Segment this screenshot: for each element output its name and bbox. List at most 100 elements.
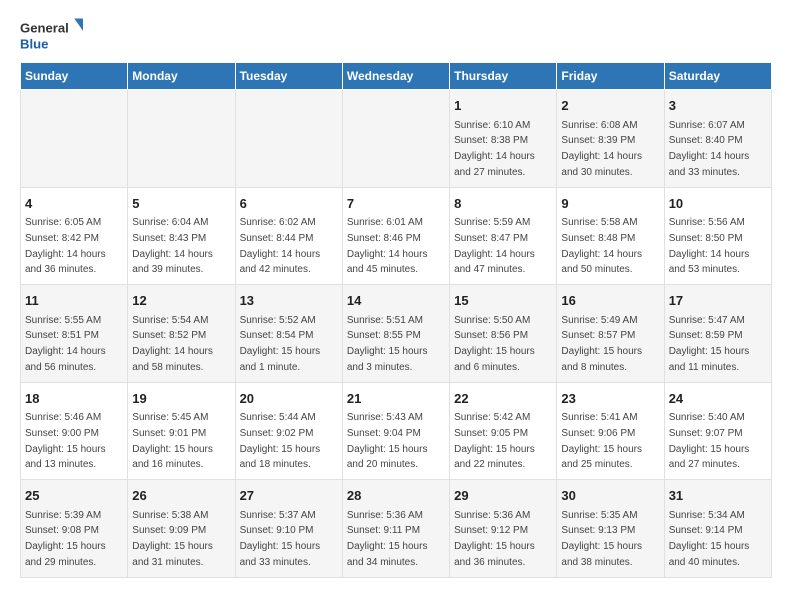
- day-info: Sunrise: 6:04 AM Sunset: 8:43 PM Dayligh…: [132, 217, 213, 275]
- calendar-cell: [235, 90, 342, 188]
- calendar-cell: 13 Sunrise: 5:52 AM Sunset: 8:54 PM Dayli…: [235, 285, 342, 383]
- calendar-cell: 7 Sunrise: 6:01 AM Sunset: 8:46 PM Daylig…: [342, 187, 449, 285]
- day-info: Sunrise: 6:07 AM Sunset: 8:40 PM Dayligh…: [669, 120, 750, 178]
- weekday-header-tuesday: Tuesday: [235, 63, 342, 90]
- calendar-cell: 29 Sunrise: 5:36 AM Sunset: 9:12 PM Dayli…: [450, 480, 557, 578]
- day-number: 31: [669, 486, 767, 506]
- calendar-cell: 16Sunrise: 5:49 AM Sunset: 8:57 PM Dayli…: [557, 285, 664, 383]
- day-info: Sunrise: 5:37 AM Sunset: 9:10 PM Dayligh…: [240, 510, 321, 568]
- day-number: 1: [454, 96, 552, 116]
- day-info: Sunrise: 5:46 AM Sunset: 9:00 PM Dayligh…: [25, 412, 106, 470]
- day-info: Sunrise: 5:42 AM Sunset: 9:05 PM Dayligh…: [454, 412, 535, 470]
- day-number: 15: [454, 291, 552, 311]
- calendar-cell: 3 Sunrise: 6:07 AM Sunset: 8:40 PM Daylig…: [664, 90, 771, 188]
- day-number: 5: [132, 194, 230, 214]
- calendar-table: SundayMondayTuesdayWednesdayThursdayFrid…: [20, 62, 772, 578]
- week-row-2: 4 Sunrise: 6:05 AM Sunset: 8:42 PM Daylig…: [21, 187, 772, 285]
- day-info: Sunrise: 5:50 AM Sunset: 8:56 PM Dayligh…: [454, 315, 535, 373]
- calendar-cell: [342, 90, 449, 188]
- day-number: 30: [561, 486, 659, 506]
- calendar-cell: [128, 90, 235, 188]
- day-number: 12: [132, 291, 230, 311]
- page-container: General Blue SundayMondayTuesdayWednesda…: [0, 0, 792, 594]
- calendar-header-row: SundayMondayTuesdayWednesdayThursdayFrid…: [21, 63, 772, 90]
- day-number: 8: [454, 194, 552, 214]
- day-info: Sunrise: 5:39 AM Sunset: 9:08 PM Dayligh…: [25, 510, 106, 568]
- day-info: Sunrise: 5:55 AM Sunset: 8:51 PM Dayligh…: [25, 315, 106, 373]
- day-number: 29: [454, 486, 552, 506]
- calendar-cell: 8 Sunrise: 5:59 AM Sunset: 8:47 PM Daylig…: [450, 187, 557, 285]
- day-number: 13: [240, 291, 338, 311]
- day-number: 6: [240, 194, 338, 214]
- day-number: 22: [454, 389, 552, 409]
- day-info: Sunrise: 5:56 AM Sunset: 8:50 PM Dayligh…: [669, 217, 750, 275]
- calendar-cell: 6 Sunrise: 6:02 AM Sunset: 8:44 PM Daylig…: [235, 187, 342, 285]
- calendar-cell: 12 Sunrise: 5:54 AM Sunset: 8:52 PM Dayli…: [128, 285, 235, 383]
- day-info: Sunrise: 5:36 AM Sunset: 9:11 PM Dayligh…: [347, 510, 428, 568]
- calendar-cell: 31 Sunrise: 5:34 AM Sunset: 9:14 PM Dayli…: [664, 480, 771, 578]
- day-info: Sunrise: 5:59 AM Sunset: 8:47 PM Dayligh…: [454, 217, 535, 275]
- calendar-cell: 21 Sunrise: 5:43 AM Sunset: 9:04 PM Dayli…: [342, 382, 449, 480]
- calendar-cell: 27 Sunrise: 5:37 AM Sunset: 9:10 PM Dayli…: [235, 480, 342, 578]
- weekday-header-friday: Friday: [557, 63, 664, 90]
- day-info: Sunrise: 5:36 AM Sunset: 9:12 PM Dayligh…: [454, 510, 535, 568]
- day-number: 7: [347, 194, 445, 214]
- calendar-cell: 22 Sunrise: 5:42 AM Sunset: 9:05 PM Dayli…: [450, 382, 557, 480]
- day-number: 21: [347, 389, 445, 409]
- day-info: Sunrise: 5:43 AM Sunset: 9:04 PM Dayligh…: [347, 412, 428, 470]
- day-info: Sunrise: 5:58 AM Sunset: 8:48 PM Dayligh…: [561, 217, 642, 275]
- generalblue-logo-icon: General Blue: [20, 16, 90, 56]
- weekday-header-monday: Monday: [128, 63, 235, 90]
- day-info: Sunrise: 6:05 AM Sunset: 8:42 PM Dayligh…: [25, 217, 106, 275]
- calendar-cell: 26 Sunrise: 5:38 AM Sunset: 9:09 PM Dayli…: [128, 480, 235, 578]
- calendar-cell: 28 Sunrise: 5:36 AM Sunset: 9:11 PM Dayli…: [342, 480, 449, 578]
- header: General Blue: [20, 16, 772, 56]
- day-info: Sunrise: 5:47 AM Sunset: 8:59 PM Dayligh…: [669, 315, 750, 373]
- day-number: 4: [25, 194, 123, 214]
- day-info: Sunrise: 6:02 AM Sunset: 8:44 PM Dayligh…: [240, 217, 321, 275]
- day-info: Sunrise: 5:45 AM Sunset: 9:01 PM Dayligh…: [132, 412, 213, 470]
- day-info: Sunrise: 5:52 AM Sunset: 8:54 PM Dayligh…: [240, 315, 321, 373]
- calendar-cell: 19Sunrise: 5:45 AM Sunset: 9:01 PM Dayli…: [128, 382, 235, 480]
- week-row-1: 1 Sunrise: 6:10 AM Sunset: 8:38 PM Daylig…: [21, 90, 772, 188]
- day-number: 24: [669, 389, 767, 409]
- day-number: 3: [669, 96, 767, 116]
- logo: General Blue: [20, 16, 90, 56]
- week-row-3: 11Sunrise: 5:55 AM Sunset: 8:51 PM Dayli…: [21, 285, 772, 383]
- day-number: 26: [132, 486, 230, 506]
- calendar-cell: 4 Sunrise: 6:05 AM Sunset: 8:42 PM Daylig…: [21, 187, 128, 285]
- calendar-cell: [21, 90, 128, 188]
- calendar-cell: 25 Sunrise: 5:39 AM Sunset: 9:08 PM Dayli…: [21, 480, 128, 578]
- calendar-cell: 5 Sunrise: 6:04 AM Sunset: 8:43 PM Daylig…: [128, 187, 235, 285]
- week-row-4: 18 Sunrise: 5:46 AM Sunset: 9:00 PM Dayli…: [21, 382, 772, 480]
- day-info: Sunrise: 5:54 AM Sunset: 8:52 PM Dayligh…: [132, 315, 213, 373]
- weekday-header-sunday: Sunday: [21, 63, 128, 90]
- day-info: Sunrise: 5:44 AM Sunset: 9:02 PM Dayligh…: [240, 412, 321, 470]
- day-info: Sunrise: 5:51 AM Sunset: 8:55 PM Dayligh…: [347, 315, 428, 373]
- day-info: Sunrise: 5:38 AM Sunset: 9:09 PM Dayligh…: [132, 510, 213, 568]
- day-info: Sunrise: 5:40 AM Sunset: 9:07 PM Dayligh…: [669, 412, 750, 470]
- week-row-5: 25 Sunrise: 5:39 AM Sunset: 9:08 PM Dayli…: [21, 480, 772, 578]
- day-info: Sunrise: 6:01 AM Sunset: 8:46 PM Dayligh…: [347, 217, 428, 275]
- day-number: 27: [240, 486, 338, 506]
- weekday-header-saturday: Saturday: [664, 63, 771, 90]
- calendar-cell: 20 Sunrise: 5:44 AM Sunset: 9:02 PM Dayli…: [235, 382, 342, 480]
- day-info: Sunrise: 6:10 AM Sunset: 8:38 PM Dayligh…: [454, 120, 535, 178]
- day-number: 25: [25, 486, 123, 506]
- calendar-cell: 24 Sunrise: 5:40 AM Sunset: 9:07 PM Dayli…: [664, 382, 771, 480]
- day-info: Sunrise: 5:35 AM Sunset: 9:13 PM Dayligh…: [561, 510, 642, 568]
- day-number: 20: [240, 389, 338, 409]
- day-number: 14: [347, 291, 445, 311]
- calendar-cell: 17 Sunrise: 5:47 AM Sunset: 8:59 PM Dayli…: [664, 285, 771, 383]
- day-info: Sunrise: 5:34 AM Sunset: 9:14 PM Dayligh…: [669, 510, 750, 568]
- calendar-cell: 1 Sunrise: 6:10 AM Sunset: 8:38 PM Daylig…: [450, 90, 557, 188]
- day-number: 17: [669, 291, 767, 311]
- day-info: Sunrise: 5:49 AM Sunset: 8:57 PM Dayligh…: [561, 315, 642, 373]
- day-number: 18: [25, 389, 123, 409]
- weekday-header-wednesday: Wednesday: [342, 63, 449, 90]
- calendar-cell: 18 Sunrise: 5:46 AM Sunset: 9:00 PM Dayli…: [21, 382, 128, 480]
- day-number: 28: [347, 486, 445, 506]
- svg-text:General: General: [20, 21, 69, 36]
- calendar-cell: 30 Sunrise: 5:35 AM Sunset: 9:13 PM Dayli…: [557, 480, 664, 578]
- calendar-cell: 11Sunrise: 5:55 AM Sunset: 8:51 PM Dayli…: [21, 285, 128, 383]
